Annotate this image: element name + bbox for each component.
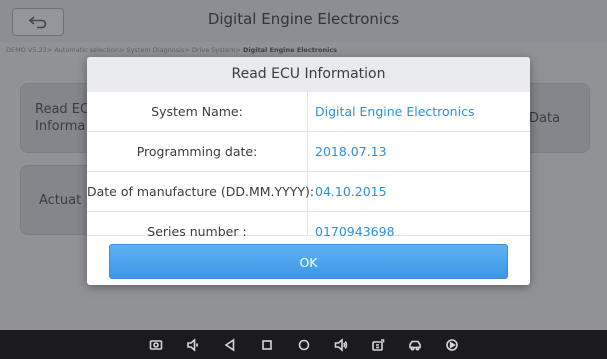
car-icon[interactable]: [405, 335, 425, 355]
volume-down-icon[interactable]: [183, 335, 203, 355]
info-value: 2018.07.13: [315, 144, 387, 159]
home-circle-icon[interactable]: [294, 335, 314, 355]
table-row: Series number : 0170943698: [87, 212, 530, 239]
table-row: System Name: Digital Engine Electronics: [87, 92, 530, 132]
info-value: 0170943698: [315, 224, 395, 239]
table-row: Date of manufacture (DD.MM.YYYY): 04.10.…: [87, 172, 530, 212]
record-icon[interactable]: [442, 335, 462, 355]
volume-up-icon[interactable]: [331, 335, 351, 355]
info-value: 04.10.2015: [315, 184, 387, 199]
info-label: Date of manufacture (DD.MM.YYYY):: [87, 172, 314, 211]
table-row: Programming date: 2018.07.13: [87, 132, 530, 172]
dialog-title: Read ECU Information: [87, 57, 530, 92]
back-triangle-icon[interactable]: [220, 335, 240, 355]
info-label: Programming date:: [87, 132, 308, 171]
ok-button[interactable]: OK: [109, 244, 508, 279]
screenshot-icon[interactable]: [146, 335, 166, 355]
info-label: Series number :: [87, 212, 308, 239]
info-value: Digital Engine Electronics: [315, 104, 475, 119]
ecu-info-table[interactable]: System Name: Digital Engine Electronics …: [87, 92, 530, 245]
recent-apps-icon[interactable]: [257, 335, 277, 355]
vci-icon[interactable]: [368, 335, 388, 355]
system-nav-bar: [0, 330, 607, 359]
read-ecu-dialog: Read ECU Information System Name: Digita…: [87, 57, 530, 285]
info-label: System Name:: [87, 92, 308, 131]
